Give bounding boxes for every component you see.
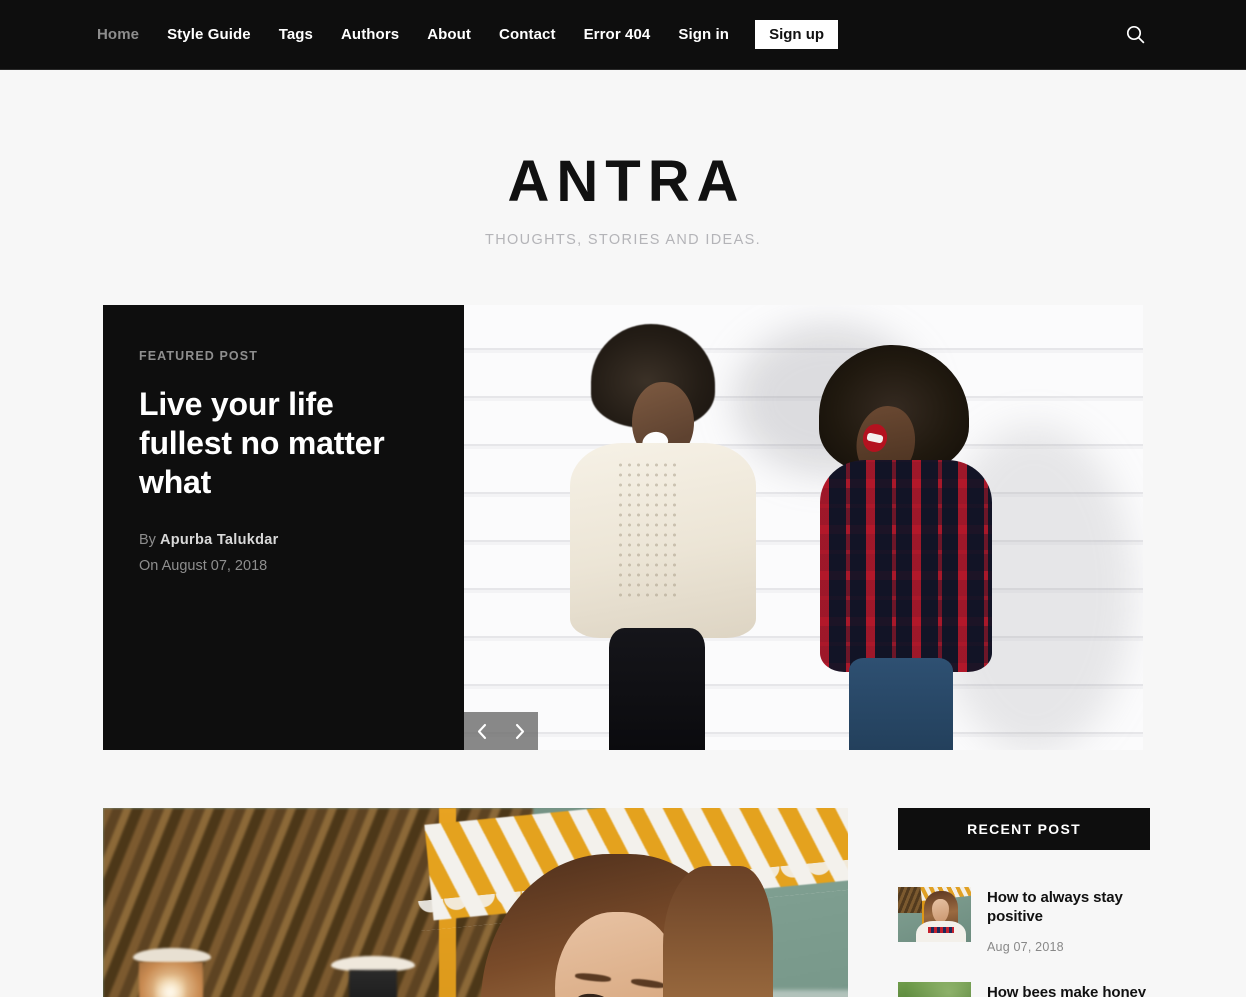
recent-post-body: How to always stay positive Aug 07, 2018 <box>987 887 1150 954</box>
on-label: On <box>139 557 159 574</box>
site-header: ANTRA THOUGHTS, STORIES AND IDEAS. <box>0 70 1246 249</box>
pendant-lamp-glow <box>155 976 185 997</box>
nav-item-authors[interactable]: Authors <box>327 27 413 42</box>
recent-post-item[interactable]: How to always stay positive Aug 07, 2018 <box>898 887 1150 954</box>
featured-post-author[interactable]: Apurba Talukdar <box>160 532 279 548</box>
sign-up-button[interactable]: Sign up <box>755 20 839 49</box>
site-tagline: THOUGHTS, STORIES AND IDEAS. <box>484 232 762 248</box>
carousel-next-button[interactable] <box>501 712 538 750</box>
recent-post-body: How bees make honey <box>987 982 1150 997</box>
by-label: By <box>139 532 156 549</box>
featured-post-date-line: On August 07, 2018 <box>139 554 428 580</box>
featured-post-panel: FEATURED POST Live your life fullest no … <box>103 305 464 750</box>
top-navigation-bar: Home Style Guide Tags Authors About Cont… <box>0 0 1246 70</box>
featured-post-image[interactable] <box>464 305 1143 750</box>
search-icon[interactable] <box>1122 22 1148 48</box>
nav-item-home[interactable]: Home <box>97 27 153 42</box>
woman-hair-front <box>663 866 773 997</box>
recent-post-title[interactable]: How to always stay positive <box>987 888 1150 926</box>
nav-item-about[interactable]: About <box>413 27 485 42</box>
nav-links: Home Style Guide Tags Authors About Cont… <box>97 20 839 49</box>
sidebar: RECENT POST How to always stay positive … <box>898 808 1150 997</box>
post-card[interactable] <box>103 808 848 997</box>
featured-post-carousel: FEATURED POST Live your life fullest no … <box>103 305 1143 750</box>
recent-post-title[interactable]: How bees make honey <box>987 983 1150 997</box>
featured-post-title[interactable]: Live your life fullest no matter what <box>139 385 428 502</box>
nav-item-sign-in[interactable]: Sign in <box>664 27 743 42</box>
recent-post-date: Aug 07, 2018 <box>987 940 1064 955</box>
recent-post-thumbnail[interactable] <box>898 982 971 997</box>
recent-post-item[interactable]: How bees make honey <box>898 982 1150 997</box>
nav-item-contact[interactable]: Contact <box>485 27 570 42</box>
featured-post-meta: By Apurba Talukdar On August 07, 2018 <box>139 528 428 580</box>
recent-post-list: How to always stay positive Aug 07, 2018… <box>898 887 1150 997</box>
sidebar-heading-recent-post: RECENT POST <box>898 808 1150 850</box>
main-content-area: RECENT POST How to always stay positive … <box>103 808 1150 997</box>
carousel-prev-button[interactable] <box>464 712 501 750</box>
featured-post-kicker: FEATURED POST <box>139 349 258 363</box>
featured-post-date: August 07, 2018 <box>161 557 268 574</box>
pendant-lamp-shade <box>349 970 397 997</box>
page-title: ANTRA <box>507 149 746 214</box>
post-list-column <box>103 808 848 997</box>
nav-item-error-404[interactable]: Error 404 <box>570 27 665 42</box>
nav-item-tags[interactable]: Tags <box>265 27 327 42</box>
carousel-navigation <box>464 712 538 750</box>
featured-post-author-line: By Apurba Talukdar <box>139 528 428 554</box>
recent-post-thumbnail[interactable] <box>898 887 971 942</box>
nav-item-style-guide[interactable]: Style Guide <box>153 27 265 42</box>
